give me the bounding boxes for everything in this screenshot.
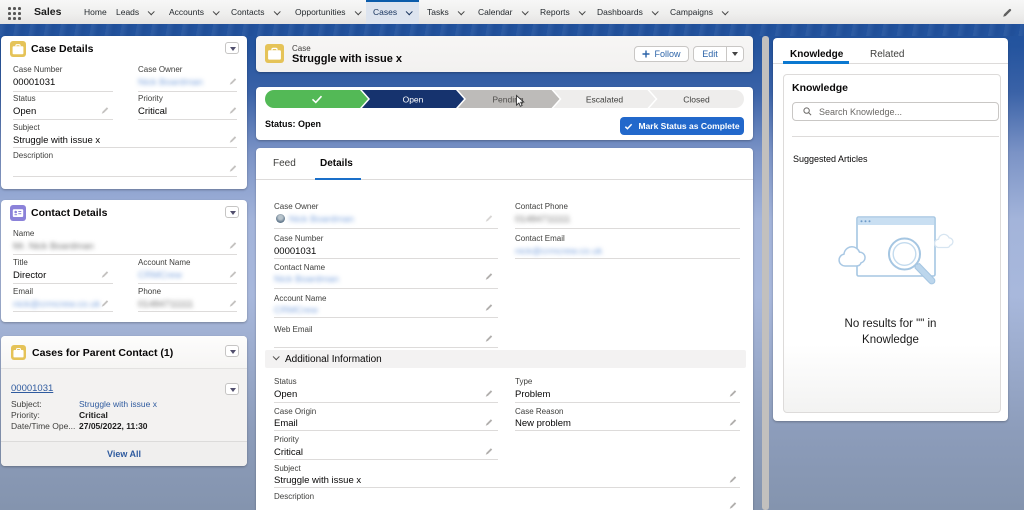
svg-text:Open: Open — [403, 94, 424, 104]
svg-text:Escalated: Escalated — [586, 94, 624, 104]
svg-text:Closed: Closed — [683, 94, 710, 104]
